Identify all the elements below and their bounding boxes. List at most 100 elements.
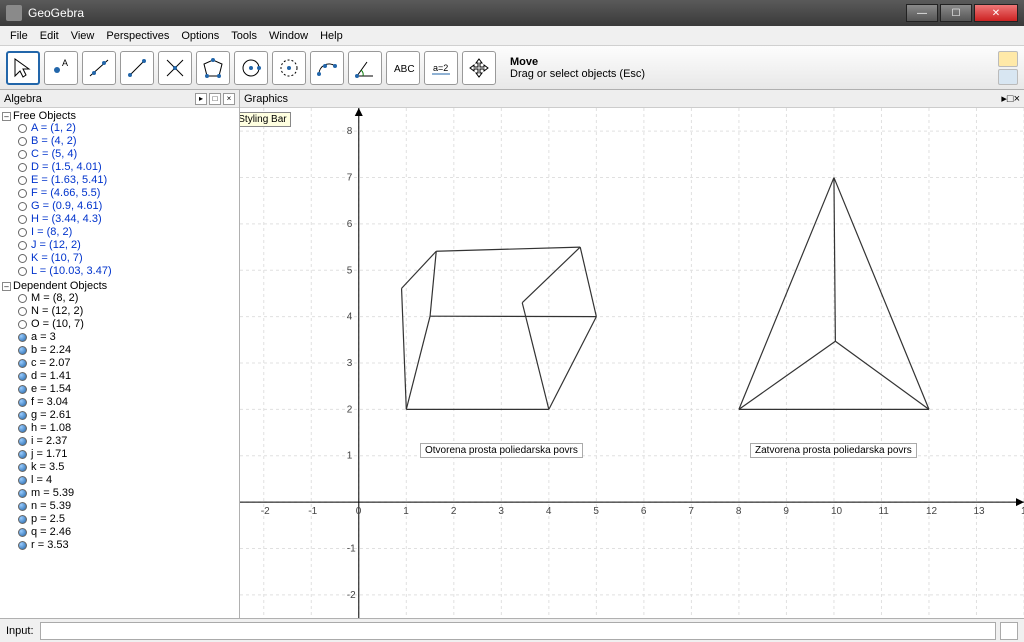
algebra-item[interactable]: I = (8, 2): [2, 226, 237, 239]
algebra-item[interactable]: F = (4.66, 5.5): [2, 187, 237, 200]
visibility-icon[interactable]: [18, 502, 27, 511]
visibility-icon[interactable]: [18, 489, 27, 498]
tool-move4-button[interactable]: [462, 51, 496, 85]
visibility-icon[interactable]: [18, 528, 27, 537]
algebra-close-icon[interactable]: ×: [223, 93, 235, 105]
algebra-item[interactable]: e = 1.54: [2, 383, 237, 396]
algebra-item[interactable]: a = 3: [2, 331, 237, 344]
visibility-icon[interactable]: [18, 228, 27, 237]
visibility-icon[interactable]: [18, 385, 27, 394]
menu-perspectives[interactable]: Perspectives: [100, 28, 175, 44]
algebra-item[interactable]: d = 1.41: [2, 370, 237, 383]
algebra-item[interactable]: k = 3.5: [2, 461, 237, 474]
tool-circle-button[interactable]: [234, 51, 268, 85]
visibility-icon[interactable]: [18, 541, 27, 550]
menu-file[interactable]: File: [4, 28, 34, 44]
visibility-icon[interactable]: [18, 411, 27, 420]
algebra-item[interactable]: N = (12, 2): [2, 305, 237, 318]
menu-tools[interactable]: Tools: [225, 28, 263, 44]
visibility-icon[interactable]: [18, 176, 27, 185]
visibility-icon[interactable]: [18, 137, 27, 146]
algebra-item[interactable]: m = 5.39: [2, 487, 237, 500]
visibility-icon[interactable]: [18, 398, 27, 407]
visibility-icon[interactable]: [18, 202, 27, 211]
tool-perp-button[interactable]: [158, 51, 192, 85]
tool-arc-button[interactable]: [310, 51, 344, 85]
algebra-item[interactable]: p = 2.5: [2, 513, 237, 526]
algebra-item[interactable]: C = (5, 4): [2, 148, 237, 161]
visibility-icon[interactable]: [18, 124, 27, 133]
visibility-icon[interactable]: [18, 189, 27, 198]
algebra-item[interactable]: i = 2.37: [2, 435, 237, 448]
tool-point-button[interactable]: A: [44, 51, 78, 85]
algebra-item[interactable]: q = 2.46: [2, 526, 237, 539]
maximize-button[interactable]: ☐: [940, 4, 972, 22]
menu-help[interactable]: Help: [314, 28, 349, 44]
tool-polygon-button[interactable]: [196, 51, 230, 85]
visibility-icon[interactable]: [18, 515, 27, 524]
algebra-item[interactable]: J = (12, 2): [2, 239, 237, 252]
menu-edit[interactable]: Edit: [34, 28, 65, 44]
algebra-item[interactable]: G = (0.9, 4.61): [2, 200, 237, 213]
tree-collapse-icon[interactable]: –: [2, 112, 11, 121]
visibility-icon[interactable]: [18, 294, 27, 303]
algebra-item[interactable]: O = (10, 7): [2, 318, 237, 331]
visibility-icon[interactable]: [18, 346, 27, 355]
visibility-icon[interactable]: [18, 307, 27, 316]
graphics-restore-icon[interactable]: □: [1007, 93, 1014, 105]
tree-collapse-icon[interactable]: –: [2, 282, 11, 291]
visibility-icon[interactable]: [18, 450, 27, 459]
visibility-icon[interactable]: [18, 320, 27, 329]
visibility-icon[interactable]: [18, 267, 27, 276]
menu-window[interactable]: Window: [263, 28, 314, 44]
algebra-item[interactable]: h = 1.08: [2, 422, 237, 435]
visibility-icon[interactable]: [18, 424, 27, 433]
algebra-item[interactable]: n = 5.39: [2, 500, 237, 513]
algebra-item[interactable]: r = 3.53: [2, 539, 237, 552]
tool-segment-button[interactable]: [120, 51, 154, 85]
tool-angle-button[interactable]: [348, 51, 382, 85]
tool-arrow-button[interactable]: [6, 51, 40, 85]
graphics-canvas[interactable]: Toggle Styling Bar -2-101234567891011121…: [240, 108, 1024, 618]
graphics-close-icon[interactable]: ×: [1014, 93, 1020, 105]
visibility-icon[interactable]: [18, 241, 27, 250]
algebra-item[interactable]: g = 2.61: [2, 409, 237, 422]
algebra-item[interactable]: l = 4: [2, 474, 237, 487]
algebra-item[interactable]: E = (1.63, 5.41): [2, 174, 237, 187]
algebra-toggle-icon[interactable]: ▸: [195, 93, 207, 105]
visibility-icon[interactable]: [18, 437, 27, 446]
algebra-tree[interactable]: –Free Objects A = (1, 2)B = (4, 2)C = (5…: [0, 108, 239, 618]
tool-circle3-button[interactable]: [272, 51, 306, 85]
algebra-item[interactable]: f = 3.04: [2, 396, 237, 409]
input-field[interactable]: [40, 622, 996, 640]
visibility-icon[interactable]: [18, 215, 27, 224]
visibility-icon[interactable]: [18, 463, 27, 472]
algebra-item[interactable]: M = (8, 2): [2, 292, 237, 305]
algebra-item[interactable]: j = 1.71: [2, 448, 237, 461]
algebra-item[interactable]: D = (1.5, 4.01): [2, 161, 237, 174]
visibility-icon[interactable]: [18, 254, 27, 263]
algebra-restore-icon[interactable]: □: [209, 93, 221, 105]
tool-a2-button[interactable]: a=2: [424, 51, 458, 85]
algebra-item[interactable]: A = (1, 2): [2, 122, 237, 135]
visibility-icon[interactable]: [18, 476, 27, 485]
algebra-item[interactable]: K = (10, 7): [2, 252, 237, 265]
algebra-item[interactable]: L = (10.03, 3.47): [2, 265, 237, 278]
visibility-icon[interactable]: [18, 372, 27, 381]
algebra-item[interactable]: H = (3.44, 4.3): [2, 213, 237, 226]
toolbar-redo-icon[interactable]: [998, 69, 1018, 85]
visibility-icon[interactable]: [18, 359, 27, 368]
algebra-item[interactable]: c = 2.07: [2, 357, 237, 370]
menu-view[interactable]: View: [65, 28, 101, 44]
visibility-icon[interactable]: [18, 150, 27, 159]
visibility-icon[interactable]: [18, 333, 27, 342]
algebra-item[interactable]: b = 2.24: [2, 344, 237, 357]
visibility-icon[interactable]: [18, 163, 27, 172]
algebra-item[interactable]: B = (4, 2): [2, 135, 237, 148]
minimize-button[interactable]: —: [906, 4, 938, 22]
toolbar-help-icon[interactable]: [998, 51, 1018, 67]
input-dropdown-icon[interactable]: [1000, 622, 1018, 640]
close-button[interactable]: ✕: [974, 4, 1018, 22]
menu-options[interactable]: Options: [175, 28, 225, 44]
tool-line-button[interactable]: [82, 51, 116, 85]
